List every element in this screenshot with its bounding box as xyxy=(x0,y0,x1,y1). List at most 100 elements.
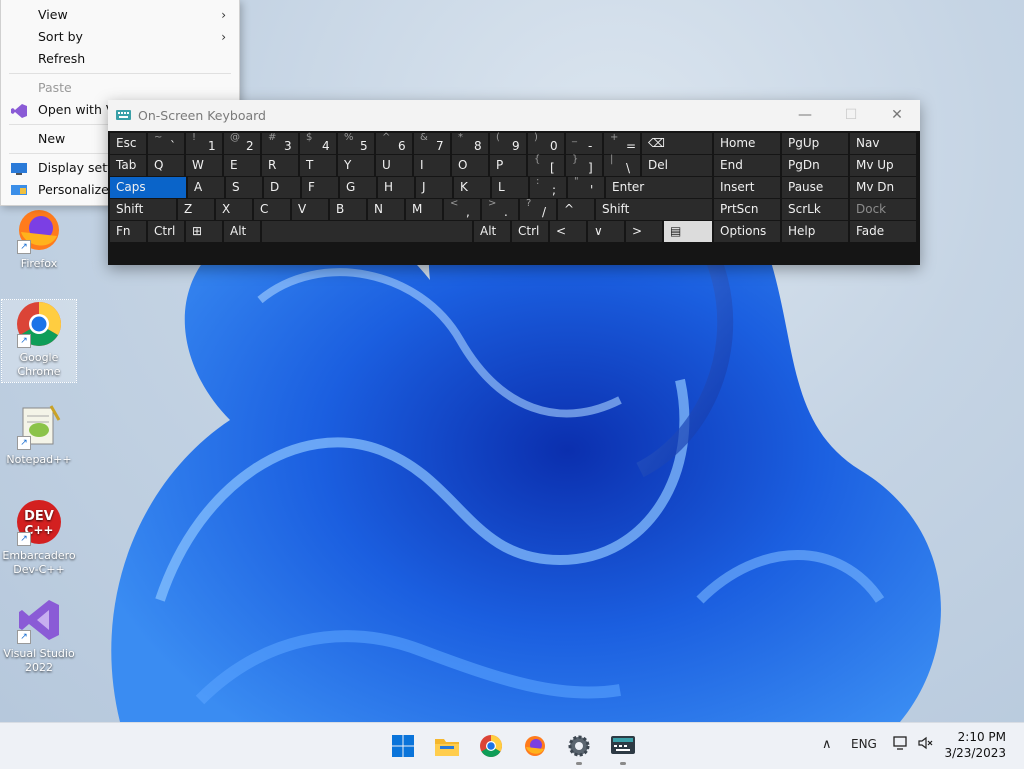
desktop-icon-firefox[interactable]: ↗ Firefox xyxy=(2,206,76,271)
key-pause[interactable]: Pause xyxy=(782,177,848,198)
key-8[interactable]: * 8 xyxy=(452,132,488,154)
language-indicator[interactable]: ENG xyxy=(851,737,877,751)
volume-muted-icon[interactable] xyxy=(917,735,933,754)
key-n[interactable]: N xyxy=(368,199,404,220)
key-shift[interactable]: Shift xyxy=(110,199,176,220)
taskbar-start[interactable] xyxy=(385,730,421,762)
key-space[interactable] xyxy=(262,221,472,242)
key-fade[interactable]: Fade xyxy=(850,221,916,242)
key-pgdn[interactable]: PgDn xyxy=(782,155,848,176)
key-4[interactable]: $4 xyxy=(300,132,336,154)
desktop-icon-notepadpp[interactable]: ↗ Notepad++ xyxy=(2,402,76,467)
key-y[interactable]: Y xyxy=(338,155,374,176)
key-3[interactable]: #3 xyxy=(262,132,298,154)
key-u[interactable]: U xyxy=(376,155,412,176)
desktop-icon-chrome[interactable]: ↗ Google Chrome xyxy=(1,299,77,383)
key-l[interactable]: L xyxy=(492,177,528,198)
minimize-button[interactable]: — xyxy=(782,100,828,131)
key-enter[interactable]: Enter xyxy=(606,177,712,198)
key-home[interactable]: Home xyxy=(714,133,780,154)
taskbar-file-explorer[interactable] xyxy=(429,730,465,762)
key-z[interactable]: Z xyxy=(178,199,214,220)
key-symbol[interactable]: _ - xyxy=(566,132,602,154)
key-alt[interactable]: Alt xyxy=(474,221,510,242)
key-g[interactable]: G xyxy=(340,177,376,198)
menu-item-sort-by[interactable]: Sort by › xyxy=(1,26,239,48)
key-1[interactable]: ! 1 xyxy=(186,132,222,154)
desktop-icon-devcpp[interactable]: DEV C++ ↗ Embarcadero Dev-C++ xyxy=(2,498,76,577)
key-i[interactable]: I xyxy=(414,155,450,176)
key-m[interactable]: M xyxy=(406,199,442,220)
key-pgup[interactable]: PgUp xyxy=(782,133,848,154)
key-symbol[interactable]: }] xyxy=(566,154,602,176)
key-symbol[interactable]: " ' xyxy=(568,176,604,198)
key-j[interactable]: J xyxy=(416,177,452,198)
key-q[interactable]: Q xyxy=(148,155,184,176)
key-f[interactable]: F xyxy=(302,177,338,198)
key-h[interactable]: H xyxy=(378,177,414,198)
key-scrlk[interactable]: ScrLk xyxy=(782,199,848,220)
menu-item-refresh[interactable]: Refresh xyxy=(1,48,239,70)
key-v[interactable]: V xyxy=(292,199,328,220)
key-shift[interactable]: Shift xyxy=(596,199,712,220)
key-c[interactable]: C xyxy=(254,199,290,220)
key-symbol[interactable]: ▤ xyxy=(664,221,712,242)
key-prtscn[interactable]: PrtScn xyxy=(714,199,780,220)
key-tab[interactable]: Tab xyxy=(110,155,146,176)
key-x[interactable]: X xyxy=(216,199,252,220)
key-symbol[interactable]: + = xyxy=(604,132,640,154)
network-icon[interactable] xyxy=(893,735,909,754)
key-p[interactable]: P xyxy=(490,155,526,176)
key-insert[interactable]: Insert xyxy=(714,177,780,198)
show-hidden-icons-chevron-up-icon[interactable]: ∧ xyxy=(822,737,832,752)
system-clock[interactable]: 2:10 PM 3/23/2023 xyxy=(944,729,1006,761)
key-symbol[interactable]: ? / xyxy=(520,198,556,220)
key-symbol[interactable]: ⊞ xyxy=(186,221,222,242)
key-7[interactable]: & 7 xyxy=(414,132,450,154)
key-5[interactable]: % 5 xyxy=(338,132,374,154)
key-ctrl[interactable]: Ctrl xyxy=(148,221,184,242)
key-symbol[interactable]: >. xyxy=(482,198,518,220)
key-s[interactable]: S xyxy=(226,177,262,198)
key-symbol[interactable]: <, xyxy=(444,198,480,220)
key-symbol[interactable]: ^ xyxy=(558,199,594,220)
key-caps[interactable]: Caps xyxy=(110,177,186,198)
key-alt[interactable]: Alt xyxy=(224,221,260,242)
taskbar-chrome[interactable] xyxy=(473,730,509,762)
taskbar-settings[interactable] xyxy=(561,730,597,765)
key-del[interactable]: Del xyxy=(642,155,712,176)
key-symbol[interactable]: > xyxy=(626,221,662,242)
key-symbol[interactable]: ⌫ xyxy=(642,133,712,154)
menu-item-view[interactable]: View › xyxy=(1,4,239,26)
key-nav[interactable]: Nav xyxy=(850,133,916,154)
key-mv-dn[interactable]: Mv Dn xyxy=(850,177,916,198)
key-b[interactable]: B xyxy=(330,199,366,220)
key-symbol[interactable]: < xyxy=(550,221,586,242)
maximize-button[interactable]: ☐ xyxy=(828,100,874,131)
key-6[interactable]: ^ 6 xyxy=(376,132,412,154)
key-symbol[interactable]: ~ ` xyxy=(148,132,184,154)
key-end[interactable]: End xyxy=(714,155,780,176)
key-symbol[interactable]: {[ xyxy=(528,154,564,176)
key-t[interactable]: T xyxy=(300,155,336,176)
key-0[interactable]: ) 0 xyxy=(528,132,564,154)
key-w[interactable]: W xyxy=(186,155,222,176)
key-dock[interactable]: Dock xyxy=(850,199,916,220)
key-symbol[interactable]: ∨ xyxy=(588,221,624,242)
key-k[interactable]: K xyxy=(454,177,490,198)
key-e[interactable]: E xyxy=(224,155,260,176)
key-fn[interactable]: Fn xyxy=(110,221,146,242)
key-help[interactable]: Help xyxy=(782,221,848,242)
key-mv-up[interactable]: Mv Up xyxy=(850,155,916,176)
close-button[interactable]: ✕ xyxy=(874,100,920,131)
taskbar-firefox[interactable] xyxy=(517,730,553,762)
key-a[interactable]: A xyxy=(188,177,224,198)
desktop-icon-visual-studio[interactable]: ↗ Visual Studio 2022 xyxy=(2,596,76,675)
key-d[interactable]: D xyxy=(264,177,300,198)
key-2[interactable]: @2 xyxy=(224,132,260,154)
key-options[interactable]: Options xyxy=(714,221,780,242)
key-esc[interactable]: Esc xyxy=(110,133,146,154)
key-ctrl[interactable]: Ctrl xyxy=(512,221,548,242)
key-r[interactable]: R xyxy=(262,155,298,176)
key-symbol[interactable]: | \ xyxy=(604,154,640,176)
